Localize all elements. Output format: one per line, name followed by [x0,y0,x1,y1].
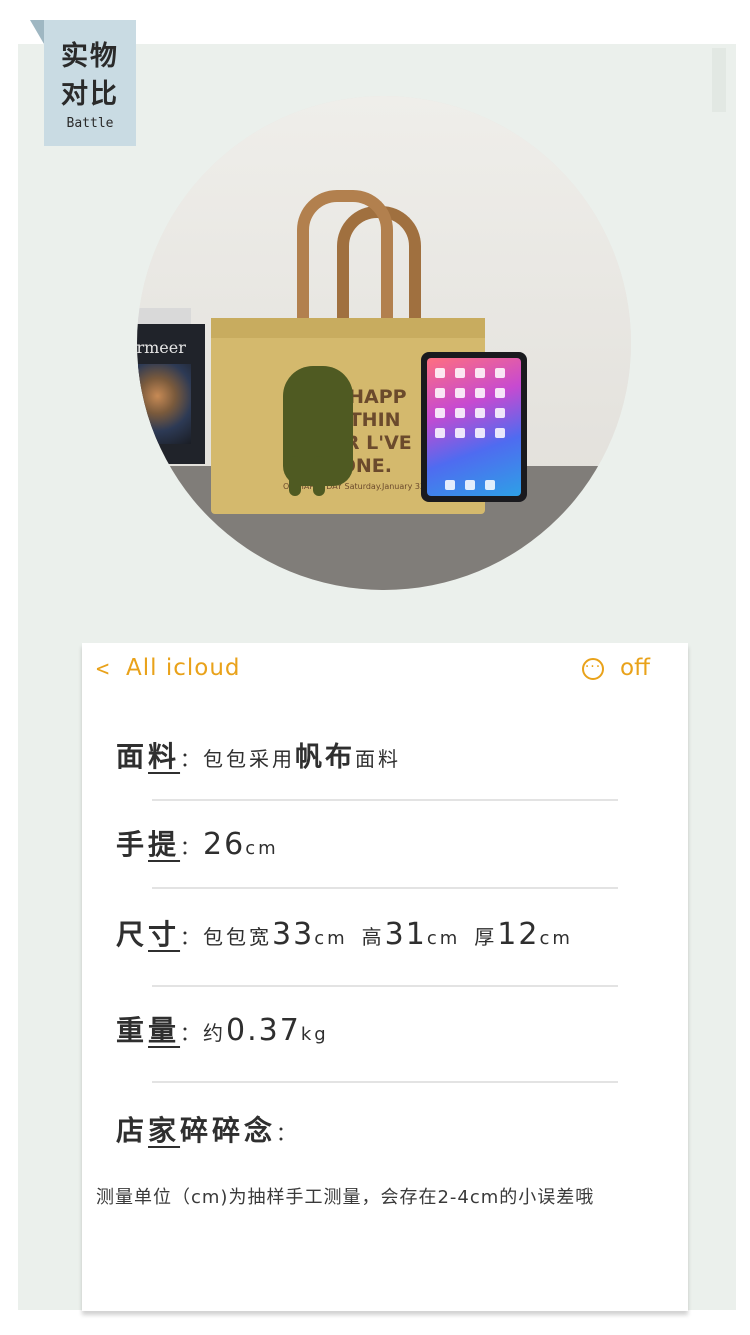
badge-subtitle: Battle [66,116,114,131]
app-icon [455,428,465,438]
fabric-value-pre: 包包采用 [203,747,296,771]
back-chevron-icon[interactable]: < [96,657,109,682]
fabric-value-post: 面料 [355,747,402,771]
weight-prefix: 约 [203,1021,227,1045]
spec-row-fabric: 面料：包包采用帆布面料 [116,740,402,773]
badge-title-line1: 实物 [61,41,119,72]
app-icon [455,368,465,378]
spec-label-fabric: 面料 [116,740,181,773]
dock-icon [485,480,495,490]
off-button[interactable]: off [620,655,650,681]
app-icon [495,388,505,398]
tablet-device [421,352,527,502]
book-cover-art [137,364,191,444]
spec-label-weight: 重量 [116,1014,181,1047]
spec-row-weight: 重量：约0.37kg [116,1013,329,1048]
frog-leg-right [313,456,325,496]
back-button-label[interactable]: All icloud [126,655,241,681]
size-width-unit: cm [314,928,348,949]
app-icon [495,428,505,438]
app-icon [435,388,445,398]
row-divider [152,799,618,801]
app-icon [455,408,465,418]
app-icon [435,408,445,418]
app-icon [475,428,485,438]
weight-value: 0.37 [226,1013,301,1048]
handle-unit: cm [245,838,279,859]
size-width-label: 包包宽 [203,925,273,949]
photo-book: ermeer [137,324,205,464]
decorative-stripe [712,48,726,112]
spec-label-size: 尺寸 [116,918,181,951]
badge-fold-decoration [30,20,44,44]
size-height-label: 高 [361,925,385,949]
spec-card: < All icloud ··· off 面料：包包采用帆布面料 手提：26cm… [82,643,688,1311]
book-title: ermeer [137,338,186,357]
size-height-value: 31 [384,917,427,952]
fabric-value-emphasis: 帆布 [295,742,356,773]
app-icon [455,388,465,398]
dock-icon [465,480,475,490]
row-divider [152,887,618,889]
app-icon [435,368,445,378]
row-divider [152,985,618,987]
size-width-value: 33 [272,917,315,952]
size-depth-unit: cm [539,928,573,949]
app-icon [475,408,485,418]
app-icon [435,428,445,438]
dock-icon [445,480,455,490]
frog-leg-left [289,456,301,496]
spec-row-handle: 手提：26cm [116,827,279,862]
app-icon [495,368,505,378]
handle-value: 26 [203,827,246,862]
spec-label-notes: 店家碎碎念 [116,1114,277,1147]
product-photo: ermeer ON HAPP ST THIN VEER L'VE DONE. O… [137,96,631,590]
row-divider [152,1081,618,1083]
measurement-note: 测量单位（cm)为抽样手工测量，会存在2-4cm的小误差哦 [96,1187,595,1208]
app-icon [475,388,485,398]
spec-row-notes: 店家碎碎念： [116,1114,300,1147]
weight-unit: kg [300,1024,329,1045]
tablet-screen [427,358,521,496]
badge-title-line2: 对比 [61,79,119,110]
app-icon [495,408,505,418]
tote-bag-rim [211,318,485,338]
size-depth-label: 厚 [474,925,498,949]
comparison-badge: 实物 对比 Battle [44,20,136,146]
app-icon [475,368,485,378]
spec-label-handle: 手提 [116,828,181,861]
spec-row-size: 尺寸：包包宽33cm 高31cm 厚12cm [116,917,573,952]
size-depth-value: 12 [497,917,540,952]
size-height-unit: cm [426,928,461,949]
more-options-icon[interactable]: ··· [582,658,604,680]
